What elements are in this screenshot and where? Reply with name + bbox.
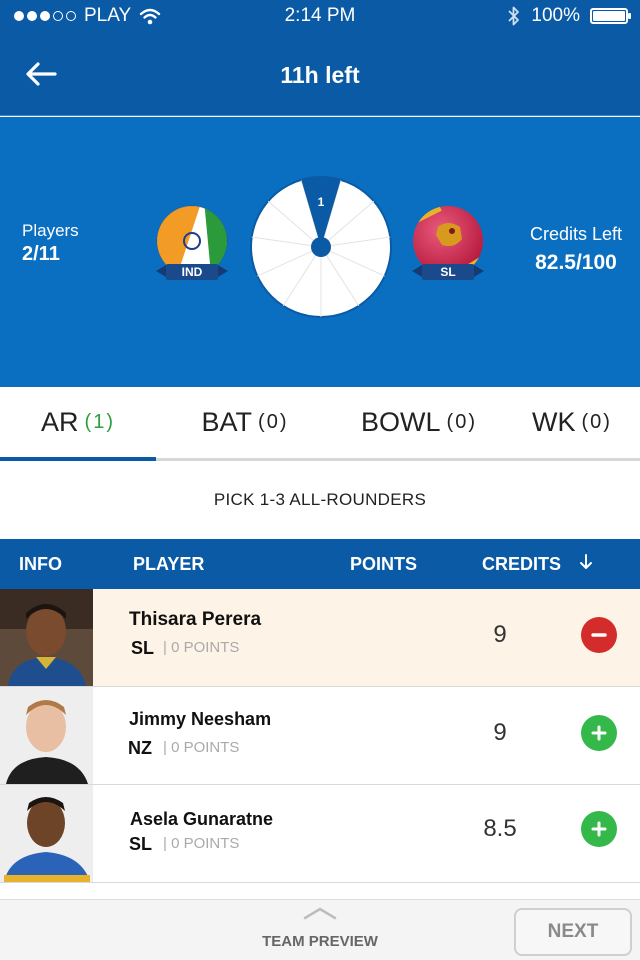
player-team: SL <box>131 638 155 658</box>
arrow-down-icon <box>580 554 592 569</box>
credits-label: Credits Left <box>529 224 622 244</box>
player-name: Jimmy Neesham <box>129 709 272 729</box>
col-points: POINTS <box>350 554 418 574</box>
player-list: Thisara Perera SL | 0 POINTS 9 Jimmy Nee… <box>0 589 640 883</box>
role-tabs: AR (1) BAT (0) BOWL (0) WK (0) <box>0 387 640 461</box>
credits-counter: Credits Left 82.5/100 <box>530 224 622 275</box>
tab-ar[interactable]: AR (1) <box>0 387 156 461</box>
pick-instruction: PICK 1-3 ALL-ROUNDERS <box>0 461 640 539</box>
status-right: 100% <box>507 5 631 27</box>
team-ind-ball-icon: IND <box>156 205 228 280</box>
player-row[interactable]: Asela Gunaratne SL | 0 POINTS 8.5 <box>0 785 640 883</box>
player-points: | 0 POINTS <box>163 835 240 852</box>
selection-wheel: 1 <box>250 176 392 318</box>
player-credits: 9 <box>493 621 507 648</box>
tab-wk[interactable]: WK (0) <box>504 387 640 458</box>
player-credits: 9 <box>493 719 507 746</box>
plus-icon <box>591 821 607 837</box>
tab-bowl[interactable]: BOWL (0) <box>334 387 504 458</box>
col-credits[interactable]: CREDITS <box>482 554 561 575</box>
player-team: SL <box>129 834 153 854</box>
match-panel: Players 2/11 IND 1 SL Credits Left 82.5/… <box>0 117 640 387</box>
players-counter: Players 2/11 <box>22 221 79 266</box>
tab-bat[interactable]: BAT (0) <box>156 387 334 458</box>
status-bar: PLAY 2:14 PM 100% <box>0 0 640 32</box>
tab-label: AR <box>41 407 79 437</box>
tab-count: (0) <box>446 411 477 433</box>
tab-count: (0) <box>258 411 289 433</box>
team-preview-button[interactable]: TEAM PREVIEW <box>250 906 390 950</box>
credits-value: 82.5/100 <box>535 251 617 274</box>
top-bar: 11h left <box>0 32 640 116</box>
tab-label: WK <box>532 407 576 437</box>
player-row[interactable]: Thisara Perera SL | 0 POINTS 9 <box>0 589 640 687</box>
player-points: | 0 POINTS <box>163 739 240 756</box>
bottom-bar: TEAM PREVIEW NEXT <box>0 899 640 960</box>
bluetooth-icon <box>508 6 520 26</box>
players-value: 2/11 <box>22 243 60 265</box>
tab-label: BOWL <box>361 407 441 437</box>
sort-button[interactable] <box>578 553 594 576</box>
player-credits: 8.5 <box>483 815 517 842</box>
team-ind-label: IND <box>182 265 203 279</box>
remove-player-button[interactable] <box>581 617 617 653</box>
tab-label: BAT <box>201 407 253 437</box>
next-button[interactable]: NEXT <box>514 908 632 956</box>
player-points: | 0 POINTS <box>163 639 240 656</box>
minus-icon <box>591 633 607 637</box>
chevron-up-icon <box>303 907 337 920</box>
player-name: Thisara Perera <box>129 609 262 630</box>
col-info: INFO <box>19 554 62 574</box>
battery-percent: 100% <box>531 5 580 26</box>
plus-icon <box>591 725 607 741</box>
wheel-count: 1 <box>318 195 325 209</box>
team-sl-ball-icon: SL <box>412 206 484 280</box>
player-row[interactable]: Jimmy Neesham NZ | 0 POINTS 9 <box>0 687 640 785</box>
add-player-button[interactable] <box>581 715 617 751</box>
page-title: 11h left <box>280 62 360 88</box>
player-table-header: INFO PLAYER POINTS CREDITS <box>0 539 640 589</box>
player-photo <box>0 589 93 686</box>
col-player: PLAYER <box>133 554 205 574</box>
team-preview-label: TEAM PREVIEW <box>262 933 378 950</box>
battery-icon <box>590 8 631 24</box>
team-sl-label: SL <box>440 265 455 279</box>
player-name: Asela Gunaratne <box>130 809 274 829</box>
tab-count: (0) <box>581 411 612 433</box>
player-photo <box>0 687 93 784</box>
player-photo <box>0 785 93 882</box>
player-team: NZ <box>128 738 152 758</box>
add-player-button[interactable] <box>581 811 617 847</box>
players-label: Players <box>22 221 79 240</box>
tab-count: (1) <box>84 411 115 433</box>
